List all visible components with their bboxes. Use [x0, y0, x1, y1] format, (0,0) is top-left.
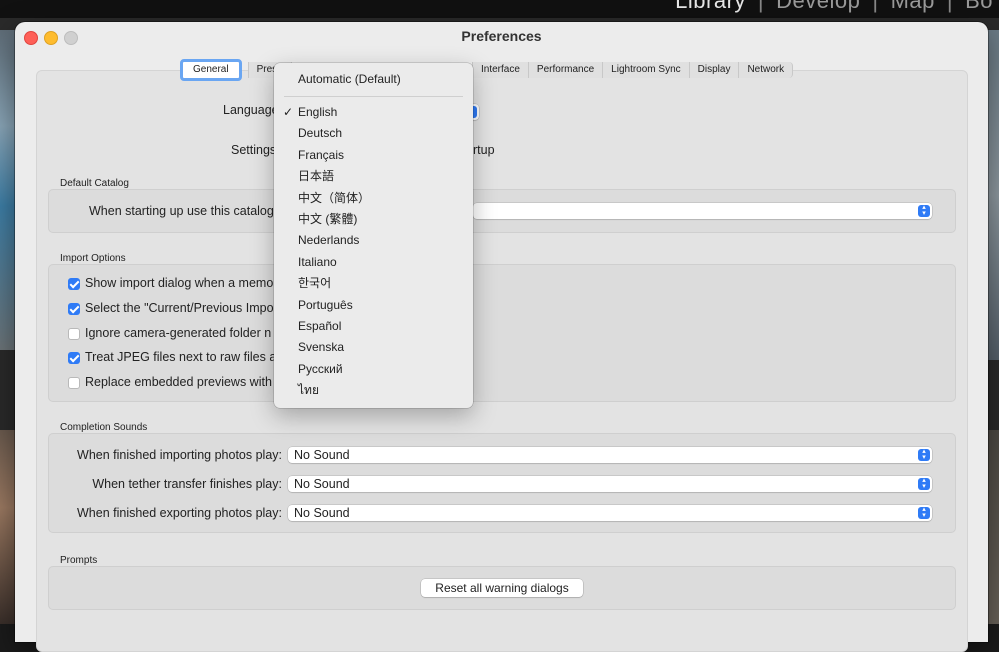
menu-separator: [284, 96, 463, 97]
language-menu: Automatic (Default) ✓ English Deutsch Franç…: [274, 63, 473, 408]
default-catalog-stepper-icon: ▴ ▾: [918, 204, 930, 217]
module-book[interactable]: Bo: [965, 0, 993, 13]
menu-item-label: Svenska: [298, 340, 345, 355]
menu-item-label: ไทย: [298, 383, 319, 398]
title-bar: Preferences: [15, 22, 988, 52]
window-title: Preferences: [461, 28, 542, 44]
menu-item-label: Español: [298, 319, 342, 333]
tab-network[interactable]: Network: [739, 62, 794, 78]
prompts-section-title: Prompts: [60, 555, 98, 566]
menu-item-label: 日本語: [298, 169, 335, 184]
completion-sounds-section-title: Completion Sounds: [60, 422, 148, 433]
import-sound-stepper-icon: ▴ ▾: [918, 448, 930, 461]
export-sound-label: When finished exporting photos play:: [77, 506, 282, 520]
background-photo-right-lower: [987, 430, 999, 624]
menu-item-language[interactable]: Deutsch: [274, 123, 473, 143]
preferences-window: Preferences General Prese Interface Perf…: [15, 22, 988, 652]
menu-item-language[interactable]: Русский: [274, 359, 473, 379]
default-catalog-label: When starting up use this catalog: [89, 204, 274, 218]
lightroom-top-bar: Library | Develop | Map | Bo: [0, 0, 999, 18]
menu-item-label: Deutsch: [298, 126, 343, 141]
import-option-label-4: Treat JPEG files next to raw files a: [85, 350, 277, 364]
language-label: Language: [223, 103, 279, 117]
menu-item-language[interactable]: 한국어: [274, 273, 473, 293]
settings-value-partial: rtup: [473, 143, 495, 157]
menu-item-language[interactable]: ไทย: [274, 380, 473, 400]
tab-lightroom-sync[interactable]: Lightroom Sync: [603, 62, 690, 78]
tether-sound-select[interactable]: No Sound ▴ ▾: [288, 476, 932, 492]
import-option-checkbox-4[interactable]: [68, 352, 80, 364]
menu-item-language[interactable]: Português: [274, 295, 473, 315]
import-option-label-1: Show import dialog when a memo: [85, 276, 274, 290]
menu-item-label: 中文 (繁體): [298, 212, 358, 226]
export-sound-stepper-icon: ▴ ▾: [918, 506, 930, 519]
import-option-label-5: Replace embedded previews with: [85, 375, 272, 389]
menu-item-language[interactable]: 中文（简体）: [274, 188, 473, 208]
import-option-checkbox-2[interactable]: [68, 303, 80, 315]
tab-display[interactable]: Display: [689, 62, 740, 78]
menu-item-label: Русский: [298, 361, 343, 376]
default-catalog-section-title: Default Catalog: [60, 178, 129, 189]
menu-item-label: Italiano: [298, 254, 337, 269]
tab-general[interactable]: General: [180, 59, 242, 81]
tether-sound-stepper-icon: ▴ ▾: [918, 477, 930, 490]
menu-item-label: Nederlands: [298, 233, 360, 248]
menu-item-language[interactable]: Italiano: [274, 252, 473, 272]
menu-item-language[interactable]: 日本語: [274, 166, 473, 186]
import-sound-label: When finished importing photos play:: [77, 448, 282, 462]
import-option-checkbox-3[interactable]: [68, 328, 80, 340]
module-develop[interactable]: Develop: [776, 0, 860, 13]
import-sound-select[interactable]: No Sound ▴ ▾: [288, 447, 932, 463]
import-option-label-2: Select the "Current/Previous Impo: [85, 301, 274, 315]
menu-item-language[interactable]: Nederlands: [274, 230, 473, 250]
tether-sound-label: When tether transfer finishes play:: [92, 477, 282, 491]
background-photo-right: [987, 30, 999, 360]
menu-item-label: English: [298, 105, 338, 119]
tab-bar-right: Interface Performance Lightroom Sync Dis…: [472, 62, 794, 78]
module-picker: Library | Develop | Map | Bo: [669, 0, 999, 14]
import-sound-value: No Sound: [294, 448, 350, 462]
menu-item-label: Português: [298, 297, 353, 312]
tether-sound-value: No Sound: [294, 477, 350, 491]
menu-item-label: 한국어: [298, 276, 332, 291]
tab-interface[interactable]: Interface: [472, 62, 529, 78]
export-sound-value: No Sound: [294, 506, 350, 520]
menu-item-label: Français: [298, 147, 345, 162]
import-option-label-3: Ignore camera-generated folder n: [85, 326, 272, 340]
import-option-checkbox-5[interactable]: [68, 377, 80, 389]
module-map[interactable]: Map: [891, 0, 935, 13]
tab-performance[interactable]: Performance: [528, 62, 604, 78]
settings-label: Settings: [231, 143, 277, 157]
menu-item-language[interactable]: Svenska: [274, 337, 473, 357]
import-options-section-title: Import Options: [60, 253, 126, 264]
export-sound-select[interactable]: No Sound ▴ ▾: [288, 505, 932, 521]
default-catalog-select[interactable]: ▴ ▾: [473, 203, 932, 219]
import-option-checkbox-1[interactable]: [68, 278, 80, 290]
checkmark-icon: ✓: [283, 105, 294, 119]
menu-item-label: 中文（简体）: [298, 190, 371, 205]
module-library[interactable]: Library: [675, 0, 746, 13]
menu-item-language[interactable]: 中文 (繁體): [274, 209, 473, 229]
menu-item-language[interactable]: ✓ English: [274, 102, 473, 122]
menu-item-language[interactable]: Español: [274, 316, 473, 336]
reset-warning-dialogs-button[interactable]: Reset all warning dialogs: [421, 579, 583, 597]
menu-item-language[interactable]: Français: [274, 145, 473, 165]
menu-item-automatic[interactable]: Automatic (Default): [274, 69, 473, 89]
